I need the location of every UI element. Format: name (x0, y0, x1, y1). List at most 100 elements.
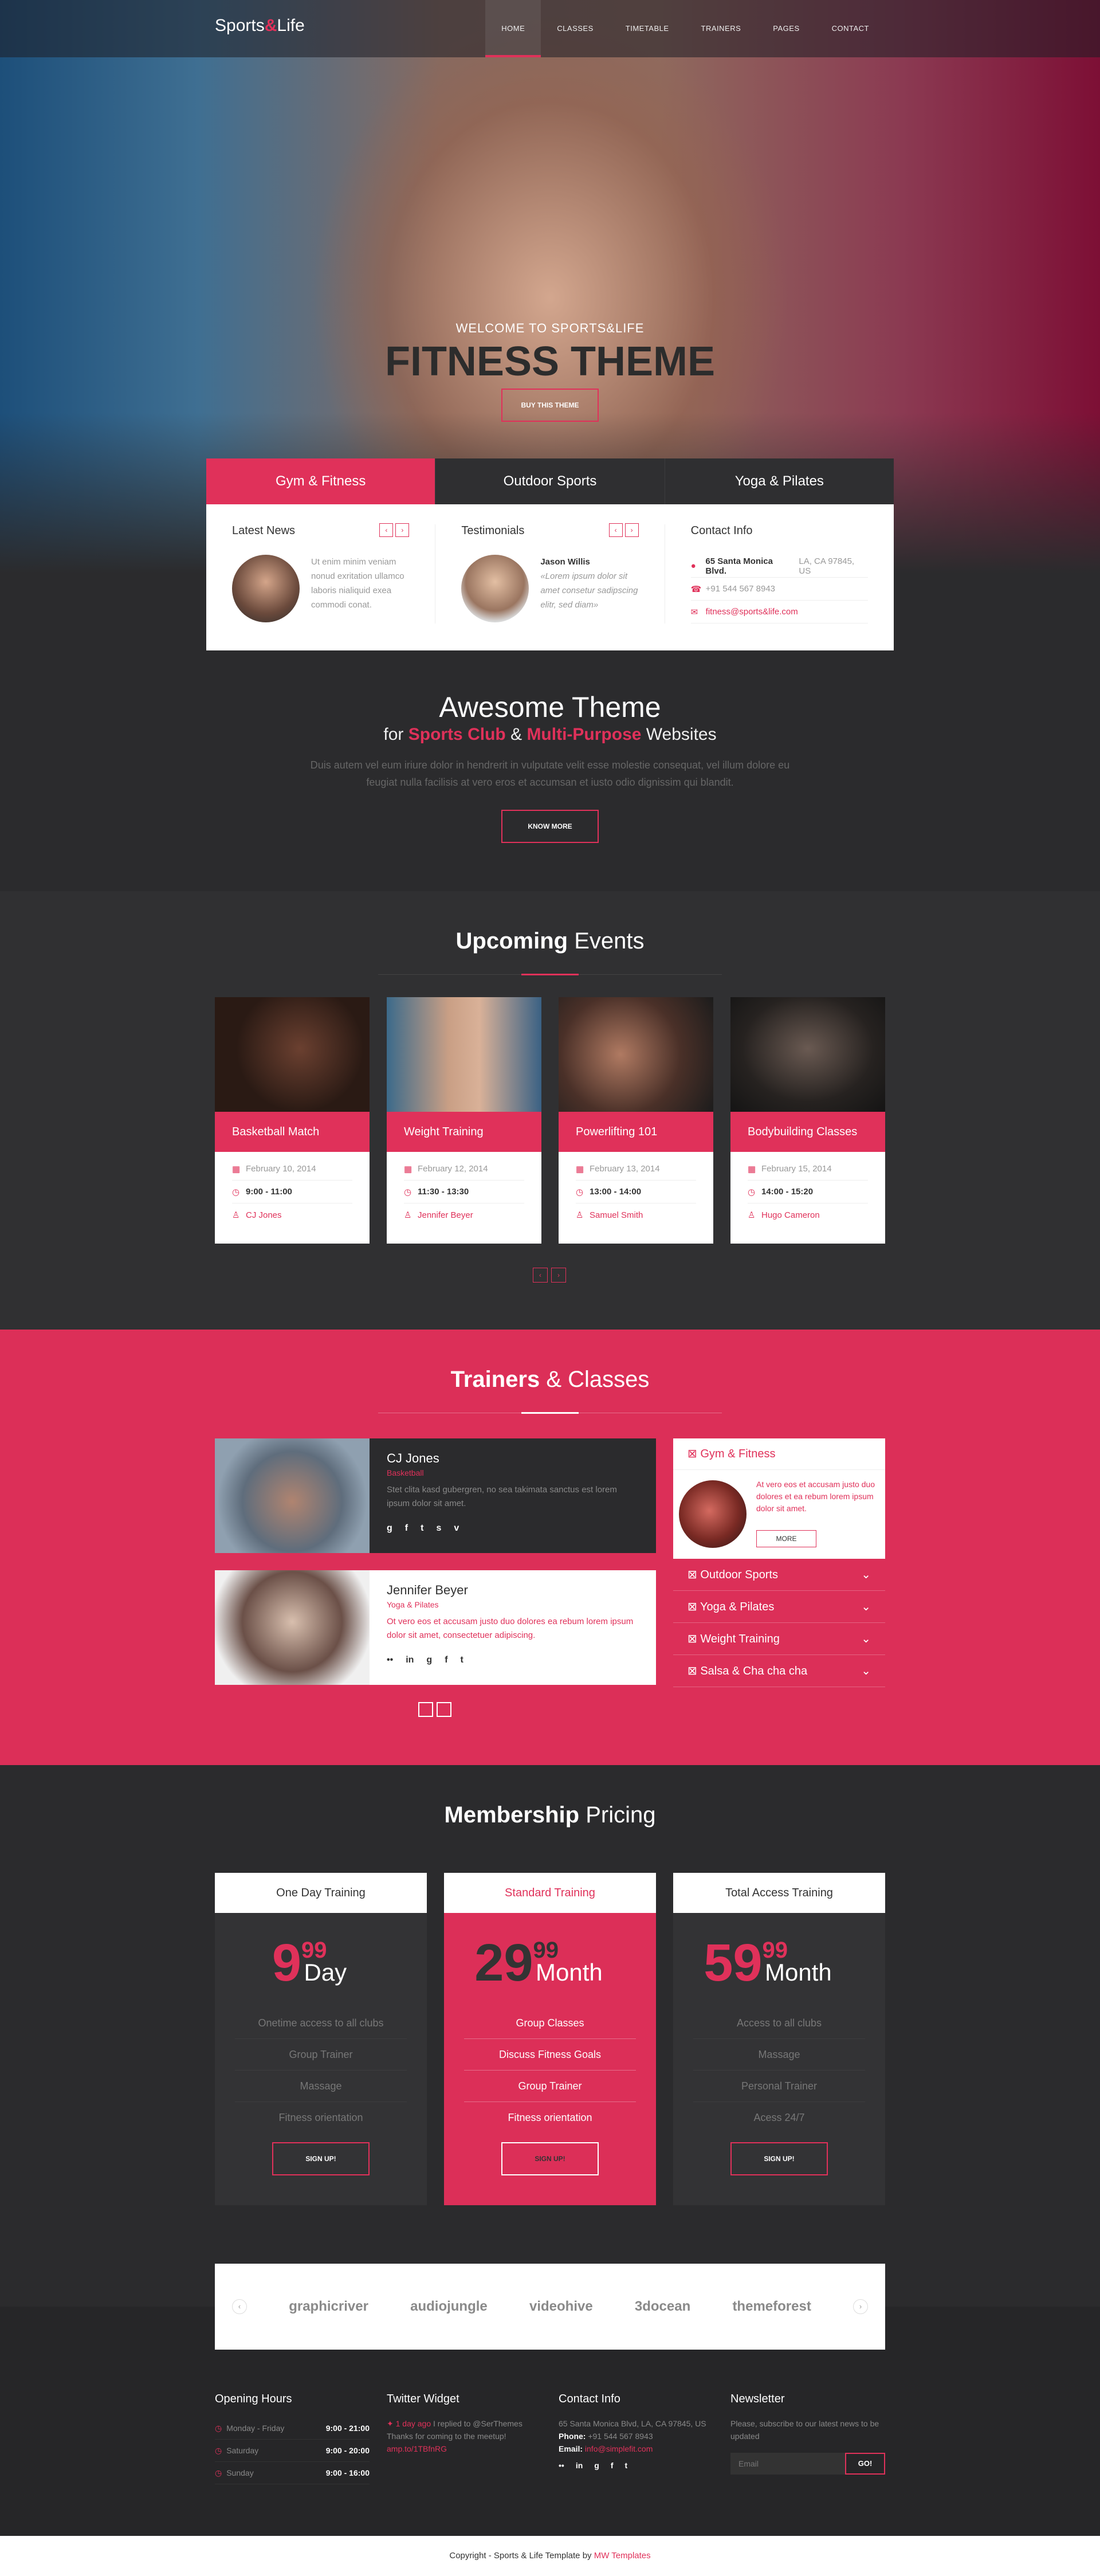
pricing-section: Membership Pricing One Day Training 999D… (0, 1765, 1100, 2307)
linkedin-icon[interactable]: in (406, 1655, 414, 1665)
event-card[interactable]: Basketball Match ▦ February 10, 2014 ◷ 9:0… (215, 997, 370, 1244)
news-image[interactable] (232, 555, 300, 622)
sub-end: Websites (646, 725, 717, 744)
google-plus-icon[interactable]: g (387, 1523, 392, 1534)
phone-label: Phone: (559, 2432, 586, 2441)
plan-price: 2999Month (444, 1933, 656, 1993)
sub-for: for (383, 725, 404, 744)
accordion-item[interactable]: ⊠ Yoga & Pilates ⌄ (673, 1591, 885, 1623)
contact-info: Contact Info ● 65 Santa Monica Blvd. LA, C… (664, 524, 894, 624)
trainer-role: Yoga & Pilates (387, 1600, 439, 1609)
trainer-card[interactable]: CJ Jones Basketball Stet clita kasd gube… (215, 1438, 656, 1553)
prev-arrow-icon[interactable]: ‹ (379, 523, 394, 537)
facebook-icon[interactable]: f (405, 1523, 408, 1534)
accordion-item[interactable]: ⊠ Outdoor Sports ⌄ (673, 1559, 885, 1591)
newsletter-email-input[interactable] (730, 2453, 845, 2475)
tweet-link[interactable]: amp.to/1TBfnRG (387, 2444, 447, 2453)
flickr-icon[interactable]: •• (559, 2461, 564, 2470)
facebook-icon[interactable]: f (611, 2461, 614, 2470)
know-more-button[interactable]: KNOW MORE (501, 810, 599, 843)
accordion-item-text: Outdoor Sports (700, 1569, 778, 1581)
event-trainer-link[interactable]: Hugo Cameron (761, 1210, 820, 1220)
client-logo[interactable]: 3docean (635, 2299, 690, 2315)
event-name[interactable]: Weight Training (387, 1112, 541, 1152)
nav-pages[interactable]: PAGES (757, 0, 815, 57)
event-card[interactable]: Weight Training ▦ February 12, 2014 ◷ 11:3… (387, 997, 541, 1244)
trainer-body: Jennifer Beyer Yoga & Pilates Ot vero eo… (370, 1570, 656, 1685)
twitter-icon[interactable]: t (625, 2461, 628, 2470)
email-link[interactable]: fitness@sports&life.com (706, 607, 798, 617)
contact-address: ● 65 Santa Monica Blvd. LA, CA 97845, US (690, 555, 868, 578)
nav-timetable[interactable]: TIMETABLE (610, 0, 685, 57)
next-arrow-icon[interactable]: › (395, 523, 410, 537)
event-trainer-link[interactable]: CJ Jones (246, 1210, 282, 1220)
twitter-icon[interactable]: t (461, 1655, 463, 1665)
event-date: ▦ February 12, 2014 (404, 1158, 524, 1181)
signup-button[interactable]: SIGN UP! (272, 2142, 370, 2175)
footer-contact-text: 65 Santa Monica Blvd, LA, CA 97845, US Ph… (559, 2417, 713, 2455)
client-logo[interactable]: videohive (529, 2299, 593, 2315)
logo[interactable]: Sports&Life (215, 16, 305, 36)
accordion-header[interactable]: ⊠ Gym & Fitness (673, 1438, 885, 1470)
accordion-item[interactable]: ⊠ Salsa & Cha cha cha ⌄ (673, 1655, 885, 1687)
buy-theme-button[interactable]: BUY THIS THEME (501, 389, 599, 422)
trainers-pager (418, 1702, 451, 1717)
event-cards: Basketball Match ▦ February 10, 2014 ◷ 9:0… (215, 997, 885, 1244)
tab-yoga-pilates[interactable]: Yoga & Pilates (664, 458, 894, 504)
trainer-desc: Stet clita kasd gubergren, no sea takima… (387, 1485, 617, 1508)
event-name[interactable]: Bodybuilding Classes (730, 1112, 885, 1152)
next-arrow-icon[interactable]: › (624, 523, 639, 537)
linkedin-icon[interactable]: in (576, 2461, 583, 2470)
prev-arrow-icon[interactable]: ‹ (608, 523, 623, 537)
event-card[interactable]: Bodybuilding Classes ▦ February 15, 2014 … (730, 997, 885, 1244)
user-icon: ♙ (576, 1210, 584, 1220)
trainers-title-light: & Classes (546, 1367, 650, 1392)
copyright-link[interactable]: MW Templates (594, 2551, 651, 2561)
client-logo[interactable]: audiojungle (410, 2299, 488, 2315)
nav-home[interactable]: HOME (485, 0, 541, 57)
hours-table: ◷ Monday - Friday 9:00 - 21:00 ◷ Saturday 9:… (215, 2417, 370, 2484)
prev-arrow-icon[interactable]: ‹ (533, 1268, 548, 1283)
event-trainer-link[interactable]: Samuel Smith (590, 1210, 643, 1220)
nav-trainers[interactable]: TRAINERS (685, 0, 757, 57)
pager-dot[interactable] (418, 1702, 433, 1717)
event-name[interactable]: Powerlifting 101 (559, 1112, 713, 1152)
section-divider (378, 974, 722, 975)
signup-button[interactable]: SIGN UP! (501, 2142, 599, 2175)
trainer-card[interactable]: Jennifer Beyer Yoga & Pilates Ot vero eo… (215, 1570, 656, 1685)
event-card[interactable]: Powerlifting 101 ▦ February 13, 2014 ◷ 13:… (559, 997, 713, 1244)
tab-outdoor-sports[interactable]: Outdoor Sports (435, 458, 665, 504)
nav-contact[interactable]: CONTACT (816, 0, 885, 57)
clock-icon: ◷ (232, 1187, 240, 1197)
client-logo[interactable]: graphicriver (289, 2299, 368, 2315)
footer-email[interactable]: info@simplefit.com (585, 2444, 653, 2453)
prev-arrow-icon[interactable]: ‹ (232, 2299, 247, 2314)
google-plus-icon[interactable]: g (594, 2461, 599, 2470)
nav-classes[interactable]: CLASSES (541, 0, 609, 57)
event-date: ▦ February 10, 2014 (232, 1158, 352, 1181)
google-plus-icon[interactable]: g (426, 1655, 432, 1665)
testimonial-quote: «Lorem ipsum dolor sit amet consetur sad… (540, 571, 638, 610)
more-button[interactable]: MORE (756, 1530, 816, 1547)
facebook-icon[interactable]: f (445, 1655, 447, 1665)
flickr-icon[interactable]: •• (387, 1655, 393, 1665)
event-trainer-link[interactable]: Jennifer Beyer (418, 1210, 473, 1220)
accordion-item[interactable]: ⊠ Weight Training ⌄ (673, 1623, 885, 1655)
mail-icon: ✉ (690, 607, 698, 617)
event-name[interactable]: Basketball Match (215, 1112, 370, 1152)
testimonial-avatar (461, 555, 529, 622)
signup-button[interactable]: SIGN UP! (730, 2142, 828, 2175)
twitter-icon[interactable]: t (421, 1523, 423, 1534)
tab-content: Latest News ‹ › Ut enim minim veniam nonu… (206, 504, 894, 624)
tab-gym-fitness[interactable]: Gym & Fitness (206, 458, 435, 504)
client-logo[interactable]: themeforest (732, 2299, 811, 2315)
events-title-light: Events (574, 928, 645, 954)
trainer-desc: Ot vero eos et accusam justo duo dolores… (387, 1617, 634, 1640)
newsletter-go-button[interactable]: GO! (845, 2453, 885, 2475)
next-arrow-icon[interactable]: › (853, 2299, 868, 2314)
stumbleupon-icon[interactable]: s (436, 1523, 441, 1534)
pager-dot[interactable] (437, 1702, 451, 1717)
vimeo-icon[interactable]: v (454, 1523, 459, 1534)
next-arrow-icon[interactable]: › (551, 1268, 566, 1283)
hours-day: ◷ Sunday (215, 2468, 254, 2478)
